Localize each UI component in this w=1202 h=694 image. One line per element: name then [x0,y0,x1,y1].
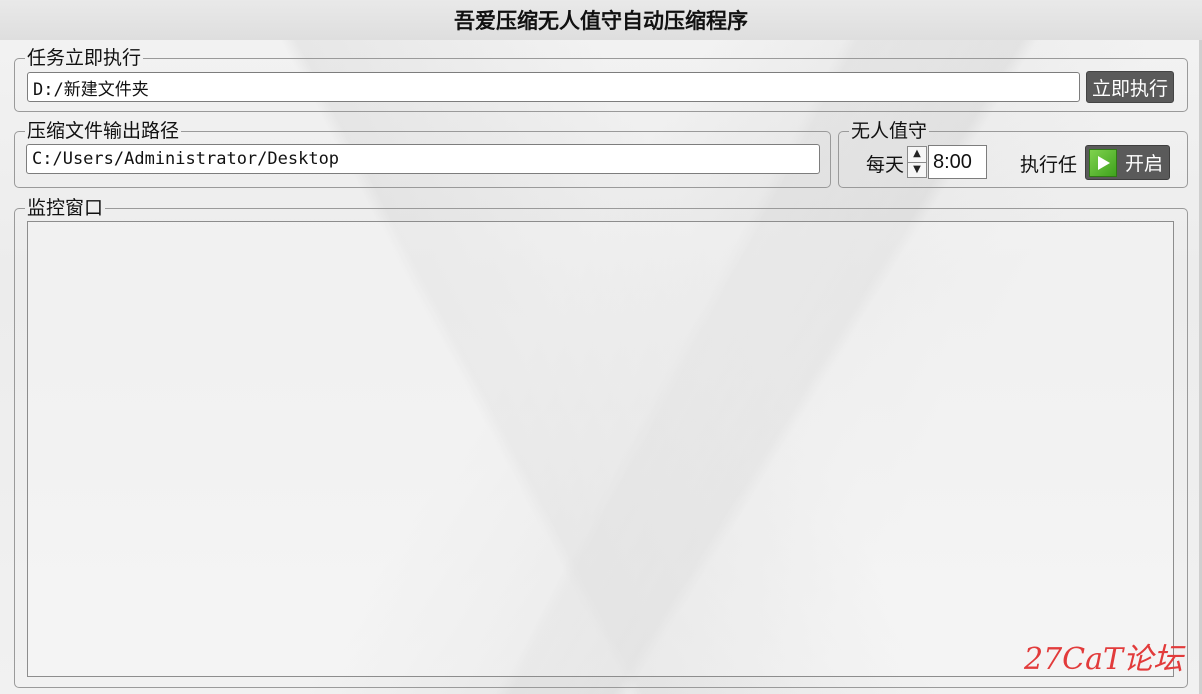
window-title: 吾爱压缩无人值守自动压缩程序 [454,9,748,33]
time-input[interactable] [928,145,987,179]
title-bar[interactable]: 吾爱压缩无人值守自动压缩程序 [0,0,1202,40]
output-path-input[interactable] [26,144,820,174]
time-spinner[interactable]: ▲ ▼ [907,146,927,178]
run-now-button[interactable]: 立即执行 [1086,71,1174,103]
daily-label: 每天 [866,154,905,176]
source-path-input[interactable] [27,72,1080,102]
monitor-group-legend: 监控窗口 [27,197,104,219]
watermark-text: 27CaT论坛 [1024,642,1184,677]
play-icon [1089,149,1117,177]
enable-toggle-label: 开启 [1124,153,1163,175]
run-now-button-label: 立即执行 [1091,77,1168,100]
spinner-up-icon[interactable]: ▲ [908,147,926,162]
monitor-log-area[interactable] [27,221,1174,677]
unattended-group-legend: 无人值守 [851,120,928,142]
task-group-legend: 任务立即执行 [27,47,142,69]
output-group-legend: 压缩文件输出路径 [27,120,180,142]
exec-label: 执行任 [1020,154,1078,176]
spinner-down-icon[interactable]: ▼ [908,161,926,178]
enable-toggle-button[interactable]: 开启 [1085,145,1170,180]
